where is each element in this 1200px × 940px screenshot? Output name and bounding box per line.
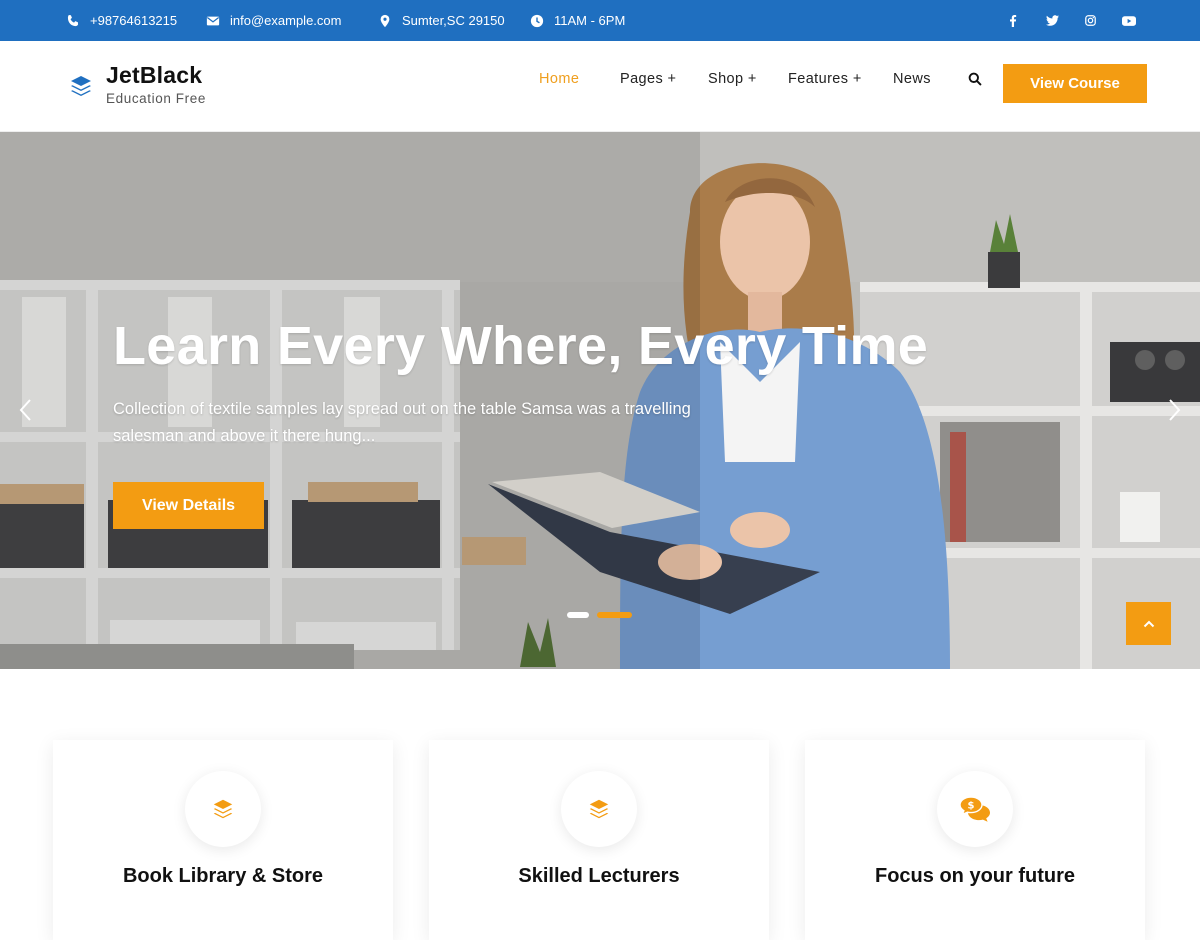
twitter-icon bbox=[1045, 15, 1059, 26]
phone-info[interactable]: +98764613215 bbox=[66, 0, 177, 41]
chat-dollar-icon: $ bbox=[959, 796, 990, 822]
hero-slider: Learn Every Where, Every Time Collection… bbox=[0, 132, 1200, 669]
address-info: Sumter,SC 29150 bbox=[378, 0, 505, 41]
feature-icon-circle bbox=[185, 771, 261, 847]
features-section: Book Library & Store Skilled Lecturers $… bbox=[0, 669, 1200, 940]
hero-title: Learn Every Where, Every Time bbox=[113, 316, 929, 376]
facebook-link[interactable] bbox=[1003, 0, 1023, 41]
map-pin-icon bbox=[380, 14, 390, 27]
feature-card[interactable]: $ Focus on your future bbox=[805, 740, 1145, 940]
view-details-button[interactable]: View Details bbox=[113, 482, 264, 529]
address-text: Sumter,SC 29150 bbox=[402, 13, 505, 28]
feature-card[interactable]: Skilled Lecturers bbox=[429, 740, 769, 940]
phone-icon bbox=[67, 14, 79, 26]
facebook-icon bbox=[1010, 14, 1017, 27]
feature-title: Focus on your future bbox=[875, 865, 1075, 887]
top-bar: +98764613215 info@example.com Sumter,SC … bbox=[0, 0, 1200, 41]
feature-icon-circle bbox=[561, 771, 637, 847]
layers-icon bbox=[589, 799, 609, 819]
nav-shop[interactable]: Shop + bbox=[708, 71, 757, 87]
layers-icon bbox=[213, 799, 233, 819]
youtube-link[interactable] bbox=[1119, 0, 1139, 41]
instagram-link[interactable] bbox=[1080, 0, 1100, 41]
hours-text: 11AM - 6PM bbox=[554, 13, 626, 28]
nav-news[interactable]: News bbox=[893, 71, 931, 87]
feature-title: Skilled Lecturers bbox=[518, 865, 680, 887]
clock-icon bbox=[530, 14, 544, 27]
twitter-link[interactable] bbox=[1042, 0, 1062, 41]
scroll-to-top-button[interactable] bbox=[1126, 602, 1171, 645]
nav-features[interactable]: Features + bbox=[788, 71, 862, 87]
hours-info: 11AM - 6PM bbox=[530, 0, 625, 41]
email-info[interactable]: info@example.com bbox=[206, 0, 341, 41]
phone-number: +98764613215 bbox=[90, 13, 178, 28]
layers-logo-icon[interactable] bbox=[68, 73, 94, 99]
hero-description: Collection of textile samples lay spread… bbox=[113, 400, 691, 445]
slider-dot-2[interactable] bbox=[597, 612, 632, 618]
envelope-icon bbox=[206, 16, 220, 25]
youtube-icon bbox=[1122, 15, 1136, 26]
feature-icon-circle: $ bbox=[937, 771, 1013, 847]
feature-card[interactable]: Book Library & Store bbox=[53, 740, 393, 940]
logo-title[interactable]: JetBlack bbox=[106, 62, 202, 89]
instagram-icon bbox=[1084, 15, 1096, 26]
email-address: info@example.com bbox=[230, 13, 342, 28]
view-course-button[interactable]: View Course bbox=[1003, 64, 1147, 103]
chevron-up-icon bbox=[1143, 620, 1154, 627]
chevron-right-icon[interactable] bbox=[1164, 397, 1184, 423]
chevron-left-icon[interactable] bbox=[16, 397, 36, 423]
nav-home[interactable]: Home bbox=[539, 71, 579, 87]
nav-pages[interactable]: Pages + bbox=[620, 71, 676, 87]
logo-subtitle: Education Free bbox=[106, 91, 206, 106]
svg-text:$: $ bbox=[968, 801, 975, 812]
feature-title: Book Library & Store bbox=[122, 865, 324, 887]
slider-dot-1[interactable] bbox=[567, 612, 589, 618]
site-header: JetBlack Education Free Home Pages + Sho… bbox=[0, 41, 1200, 132]
search-icon[interactable] bbox=[968, 72, 982, 86]
